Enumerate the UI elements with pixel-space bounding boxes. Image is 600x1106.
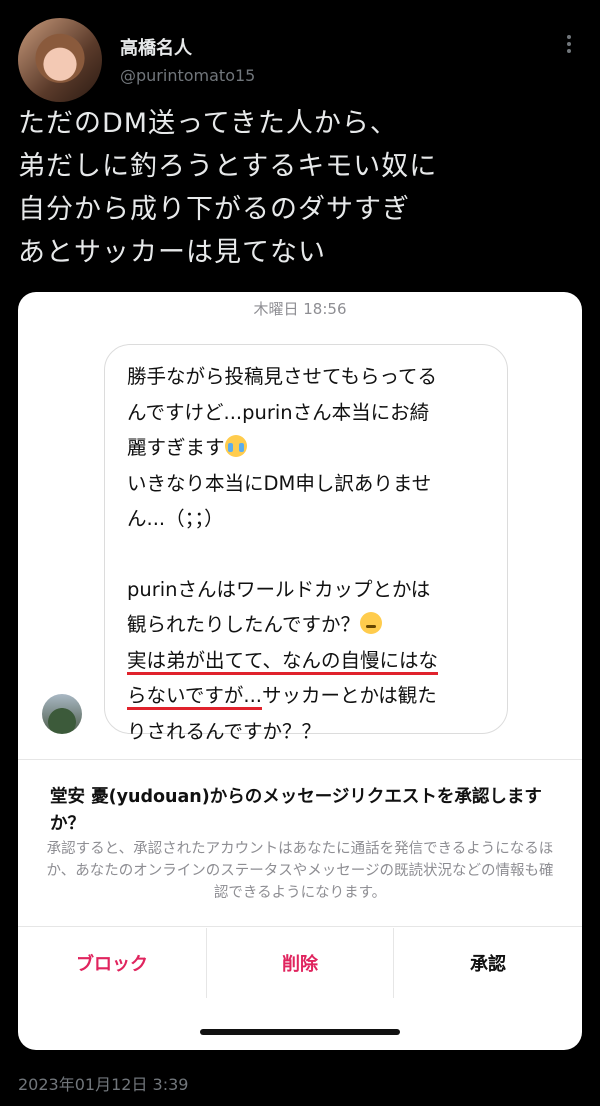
profile-avatar[interactable] <box>18 18 102 102</box>
thinking-face-icon <box>360 612 383 634</box>
sender-avatar[interactable] <box>42 694 82 734</box>
message-line: んですけど...purinさん本当にお綺 <box>127 400 430 424</box>
tweet-line: あとサッカーは見てない <box>18 237 326 268</box>
tweet-header: 高橋名人 @purintomato15 <box>0 0 600 110</box>
divider <box>18 759 582 760</box>
display-name[interactable]: 高橋名人 <box>120 34 192 60</box>
message-text: サッカーとかは観た <box>262 684 437 707</box>
message-text: 麗すぎます <box>127 436 225 459</box>
crying-face-icon <box>224 435 247 457</box>
request-title: 堂安 憂(yudouan)からのメッセージリクエストを承認しますか？ <box>50 787 542 834</box>
attached-screenshot[interactable]: 木曜日 18:56 勝手ながら投稿見させてもらってる んですけど...purin… <box>18 292 582 1050</box>
message-line: 勝手ながら投稿見させてもらってる <box>127 365 438 388</box>
message-bubble: 勝手ながら投稿見させてもらってる んですけど...purinさん本当にお綺 麗す… <box>104 344 508 743</box>
tweet-line: 自分から成り下がるのダサすぎ <box>18 194 410 225</box>
request-description: 承認すると、承認されたアカウントはあなたに通話を発信できるようになるほか、あなた… <box>46 841 554 901</box>
tweet-body: ただのDM送ってきた人から、 弟だしに釣ろうとするキモい奴に 自分から成り下がる… <box>18 102 588 274</box>
message-line: いきなり本当にDM申し訳ありませ <box>127 471 432 495</box>
home-indicator <box>200 1029 400 1035</box>
more-options-icon[interactable] <box>560 32 578 58</box>
post-timestamp[interactable]: 2023年01月12日 3:39 <box>18 1071 188 1095</box>
message-line: 実は弟が出てて、なんの自慢にはな <box>127 643 489 679</box>
user-handle[interactable]: @purintomato15 <box>120 66 255 85</box>
tweet-line: ただのDM送ってきた人から、 <box>18 108 398 139</box>
message-line: 観られたりしたんですか？ <box>127 607 489 643</box>
message-line: 麗すぎます <box>127 430 489 466</box>
accept-button[interactable]: 承認 <box>394 928 582 998</box>
delete-button[interactable]: 削除 <box>206 928 394 998</box>
message-line: ん...（；；） <box>127 507 224 530</box>
message-line: purinさんはワールドカップとかは <box>127 577 431 601</box>
message-line: らないですが...サッカーとかは観た <box>127 678 489 714</box>
highlighted-text: 実は弟が出てて、なんの自慢にはな <box>127 648 439 675</box>
dm-timestamp: 木曜日 18:56 <box>253 300 347 318</box>
highlighted-text: らないですが... <box>127 684 263 710</box>
tweet-line: 弟だしに釣ろうとするキモい奴に <box>18 151 438 182</box>
divider <box>18 926 582 927</box>
message-line: りされるんですか？？ <box>127 719 322 743</box>
block-button[interactable]: ブロック <box>18 928 206 998</box>
message-text: 観られたりしたんですか？ <box>127 613 361 636</box>
